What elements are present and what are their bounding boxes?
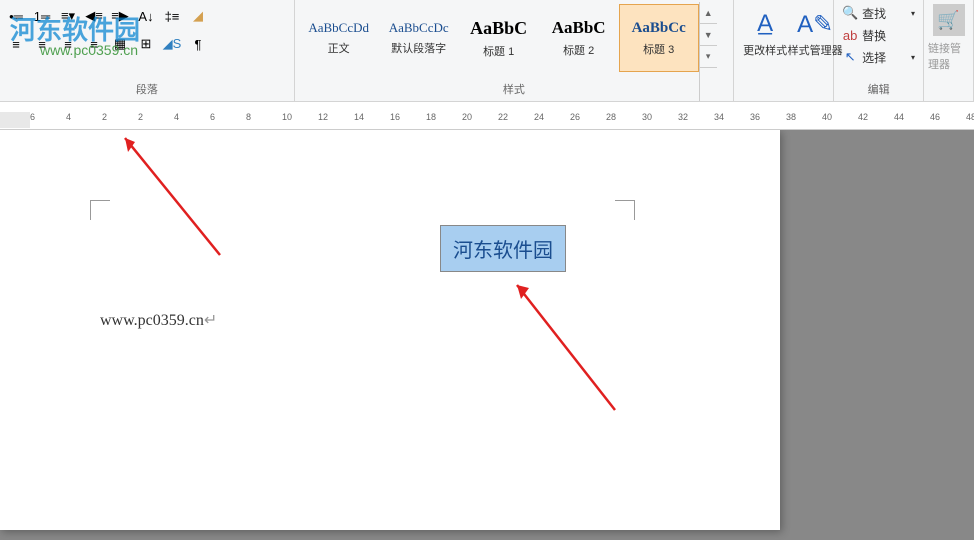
style-manager-icon: A✎ xyxy=(799,8,831,40)
document-page[interactable]: 河东软件园 www.pc0359.cn↵ xyxy=(0,130,780,530)
style-item-default[interactable]: AaBbCcDc 默认段落字 xyxy=(379,4,459,72)
style-item-normal[interactable]: AaBbCcDd 正文 xyxy=(299,4,379,72)
styles-label: 样式 xyxy=(295,79,733,99)
find-icon: 🔍 xyxy=(842,5,858,21)
style-nav-up[interactable]: ▲ xyxy=(700,2,717,24)
document-area[interactable]: 河东软件园 www.pc0359.cn↵ xyxy=(0,130,974,540)
increase-indent-button[interactable]: ≡▶ xyxy=(108,5,132,27)
shading-button[interactable]: ◢ xyxy=(186,5,210,27)
edit-label: 编辑 xyxy=(834,79,923,99)
line-spacing-button[interactable]: ‡≡ xyxy=(160,5,184,27)
distributed-button[interactable]: ▦ xyxy=(108,33,132,55)
change-style-icon: A̲ xyxy=(749,8,781,40)
select-button[interactable]: ↖ 选择 ▾ xyxy=(838,46,919,68)
number-list-button[interactable]: 1═ xyxy=(30,5,54,27)
paragraph-label: 段落 xyxy=(0,79,294,99)
body-text[interactable]: www.pc0359.cn↵ xyxy=(100,310,680,330)
style-item-heading3[interactable]: AaBbCc 标题 3 xyxy=(619,4,699,72)
paragraph-group: •═ 1═ ≡▾ ◀≡ ≡▶ A↓ ‡≡ ◢ ≡ ≡ ≡ ≡ ▦ ⊞ ◢S ¶ … xyxy=(0,0,295,101)
show-marks-button[interactable]: ¶ xyxy=(186,33,210,55)
decrease-indent-button[interactable]: ◀≡ xyxy=(82,5,106,27)
align-right-button[interactable]: ≡ xyxy=(56,33,80,55)
style-manager-button[interactable]: A✎ 样式管理器 xyxy=(790,4,840,62)
replace-button[interactable]: ab 替换 xyxy=(838,24,919,46)
bullet-list-button[interactable]: •═ xyxy=(4,5,28,27)
styles-group: AaBbCcDd 正文 AaBbCcDc 默认段落字 AaBbC 标题 1 Aa… xyxy=(295,0,734,101)
change-style-button[interactable]: A̲ 更改样式 xyxy=(740,4,790,62)
ribbon: •═ 1═ ≡▾ ◀≡ ≡▶ A↓ ‡≡ ◢ ≡ ≡ ≡ ≡ ▦ ⊞ ◢S ¶ … xyxy=(0,0,974,102)
margin-corner-tr xyxy=(615,200,635,220)
style-item-heading1[interactable]: AaBbC 标题 1 xyxy=(459,4,539,72)
style-nav-down[interactable]: ▼ xyxy=(700,24,717,46)
edit-group: 🔍 查找 ▾ ab 替换 ↖ 选择 ▾ 编辑 xyxy=(834,0,924,101)
align-left-button[interactable]: ≡ xyxy=(4,33,28,55)
align-center-button[interactable]: ≡ xyxy=(30,33,54,55)
multilevel-list-button[interactable]: ≡▾ xyxy=(56,5,80,27)
fill-button[interactable]: ◢S xyxy=(160,33,184,55)
style-nav-more[interactable]: ▾ xyxy=(700,46,717,68)
link-group: 🛒 链接管理器 xyxy=(924,0,974,101)
select-icon: ↖ xyxy=(842,49,858,65)
text-box[interactable]: 河东软件园 xyxy=(440,225,566,272)
sort-button[interactable]: A↓ xyxy=(134,5,158,27)
replace-icon: ab xyxy=(842,27,858,43)
link-manager-icon: 🛒 xyxy=(933,4,965,36)
style-item-heading2[interactable]: AaBbC 标题 2 xyxy=(539,4,619,72)
margin-corner-tl xyxy=(90,200,110,220)
text-box-content[interactable]: 河东软件园 xyxy=(453,234,553,263)
horizontal-ruler[interactable]: 6422468101214161820222426283032343638404… xyxy=(0,110,974,130)
find-button[interactable]: 🔍 查找 ▾ xyxy=(838,2,919,24)
borders-button[interactable]: ⊞ xyxy=(134,33,158,55)
link-manager-label: 链接管理器 xyxy=(928,40,969,72)
align-justify-button[interactable]: ≡ xyxy=(82,33,106,55)
